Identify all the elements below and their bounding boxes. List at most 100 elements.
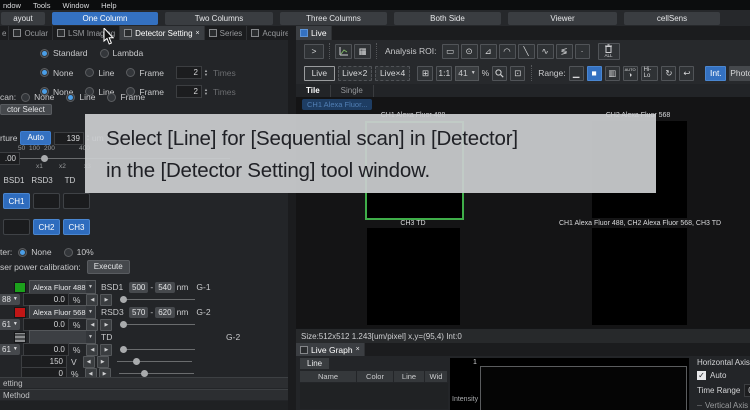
ch1-dye-select[interactable]: Alexa Fluor 488▼	[29, 280, 96, 294]
undo-icon[interactable]: ↩	[679, 66, 694, 81]
zoom-slider-thumb[interactable]	[41, 155, 48, 162]
grid-view-icon[interactable]: ▦	[354, 44, 371, 59]
roi-curve-icon[interactable]: ∿	[537, 44, 554, 59]
roi-circle-icon[interactable]: ⊙	[461, 44, 478, 59]
two-columns-button[interactable]: Two Columns	[165, 12, 273, 25]
cellsens-button[interactable]: cellSens	[624, 12, 720, 25]
roi-freehand-icon[interactable]: ◠	[499, 44, 516, 59]
time-range-input[interactable]: 000	[744, 384, 750, 397]
tab-live-graph[interactable]: Live Graph ×	[296, 343, 365, 356]
graph-view-icon[interactable]	[335, 44, 352, 59]
one-to-one-button[interactable]: 1:1	[436, 66, 452, 81]
ch2-power-slider[interactable]	[120, 324, 195, 325]
ch2-range-to[interactable]: 620	[155, 307, 174, 318]
ch1-range-to[interactable]: 540	[155, 282, 174, 293]
execute-button[interactable]: Execute	[87, 260, 130, 274]
live-x2-button[interactable]: Live×2	[338, 66, 372, 81]
section-method[interactable]: Method	[0, 389, 288, 400]
close-icon[interactable]: ×	[196, 30, 200, 37]
ch3-detector-button[interactable]: CH3	[63, 219, 90, 235]
range-high-icon[interactable]: ▥	[605, 66, 620, 81]
line-tab[interactable]: Line	[300, 358, 329, 369]
hi-lo-button[interactable]: Hi-Lo	[641, 66, 659, 81]
roi-line-icon[interactable]: ╲	[518, 44, 535, 59]
tile-overlay-image[interactable]	[592, 228, 687, 325]
ch1-color-swatch[interactable]	[14, 282, 26, 293]
fit-to-window-icon[interactable]: ⊞	[417, 66, 433, 81]
ch1-detector-button[interactable]: CH1	[3, 193, 30, 209]
avg2-count-input[interactable]: 2	[176, 85, 202, 98]
menu-help[interactable]: Help	[101, 1, 116, 10]
avg1-count-input[interactable]: 2	[176, 66, 202, 79]
filter-10-radio[interactable]	[64, 248, 73, 257]
offset-slider[interactable]	[119, 373, 194, 374]
ch1-range-from[interactable]: 500	[129, 282, 148, 293]
spinner-icon[interactable]: ▲▼	[204, 69, 208, 77]
detector-cell[interactable]	[33, 193, 60, 209]
lambda-radio[interactable]	[100, 49, 109, 58]
refresh-icon[interactable]: ↻	[661, 66, 676, 81]
step-left-icon[interactable]: ◀	[86, 319, 98, 331]
tab-detector-setting[interactable]: Detector Setting×	[120, 26, 204, 40]
ch2-dye-select[interactable]: Alexa Fluor 568▼	[29, 305, 96, 319]
roi-point-icon[interactable]: ·	[575, 44, 590, 59]
auto-contrast-icon[interactable]: AUTO ◑	[623, 66, 638, 81]
ch2-detector-button[interactable]: CH2	[33, 219, 60, 235]
step-right-icon[interactable]: ▶	[97, 356, 109, 368]
step-right-icon[interactable]: ▶	[100, 319, 112, 331]
aperture-auto-button[interactable]: Auto	[20, 131, 50, 145]
ch2-color-swatch[interactable]	[14, 307, 26, 318]
menu-tools[interactable]: Tools	[33, 1, 51, 10]
ch3-color-swatch[interactable]	[14, 332, 26, 343]
step-left-icon[interactable]: ◀	[86, 344, 98, 356]
ch3-laser-select[interactable]: 61▼	[0, 344, 20, 355]
zoom-value-input[interactable]: .00	[0, 152, 20, 165]
ch2-range-from[interactable]: 570	[129, 307, 148, 318]
slider-thumb[interactable]	[120, 321, 127, 328]
seq-line-radio[interactable]	[66, 93, 75, 102]
magnifier-icon[interactable]	[492, 66, 507, 81]
slider-thumb[interactable]	[120, 296, 127, 303]
avg1-line-radio[interactable]	[85, 68, 94, 77]
line-table-body[interactable]	[300, 383, 448, 409]
tab-partial[interactable]: e	[0, 26, 9, 40]
ch1-laser-select[interactable]: 88▼	[0, 294, 20, 305]
avg1-frame-radio[interactable]	[126, 68, 135, 77]
filter-none-radio[interactable]	[18, 248, 27, 257]
spinner-icon[interactable]: ▲▼	[204, 88, 208, 96]
viewer-button[interactable]: Viewer	[508, 12, 617, 25]
roi-polygon-icon[interactable]: ⊿	[480, 44, 497, 59]
photon-mode-button[interactable]: Photon	[729, 66, 750, 81]
slider-thumb[interactable]	[141, 370, 148, 377]
seq-none-radio[interactable]	[21, 93, 30, 102]
seq-frame-radio[interactable]	[107, 93, 116, 102]
tab-series[interactable]: Series	[205, 26, 248, 40]
zoom-level-select[interactable]: 41 ▼	[455, 66, 478, 81]
aperture-value-input[interactable]: 139	[54, 132, 84, 145]
layout-button[interactable]: ayout	[1, 12, 45, 25]
step-right-icon[interactable]: ▶	[100, 344, 112, 356]
live-graph-plot[interactable]: 1 Intensity	[450, 358, 689, 410]
section-setting[interactable]: etting	[0, 377, 288, 388]
pixel-view-icon[interactable]: ⊡	[510, 66, 525, 81]
slider-thumb[interactable]	[120, 346, 127, 353]
roi-polyline-icon[interactable]: ≶	[556, 44, 573, 59]
one-column-button[interactable]: One Column	[52, 12, 158, 25]
tile-tab[interactable]: Tile	[296, 85, 331, 97]
range-mid-icon[interactable]: ■	[587, 66, 602, 81]
range-low-icon[interactable]: ▁	[569, 66, 584, 81]
delete-all-roi-button[interactable]: ALL	[598, 43, 620, 60]
tab-ocular[interactable]: Ocular	[9, 26, 53, 40]
menu-window-partial[interactable]: ndow	[3, 1, 21, 10]
live-button[interactable]: Live	[304, 66, 335, 81]
selected-channel-label[interactable]: CH1 Alexa Fluor...	[302, 99, 372, 110]
tile-ch3-image[interactable]	[367, 228, 460, 325]
detector-select-button[interactable]: ctor Select	[0, 104, 52, 116]
ch3-dye-select[interactable]: ▼	[29, 330, 96, 344]
step-right-icon[interactable]: ▶	[100, 294, 112, 306]
roi-rectangle-icon[interactable]: ▭	[442, 44, 459, 59]
close-icon[interactable]: ×	[356, 346, 360, 353]
live-x4-button[interactable]: Live×4	[375, 66, 411, 81]
both-side-button[interactable]: Both Side	[394, 12, 501, 25]
intensity-mode-button[interactable]: Int.	[705, 66, 726, 81]
